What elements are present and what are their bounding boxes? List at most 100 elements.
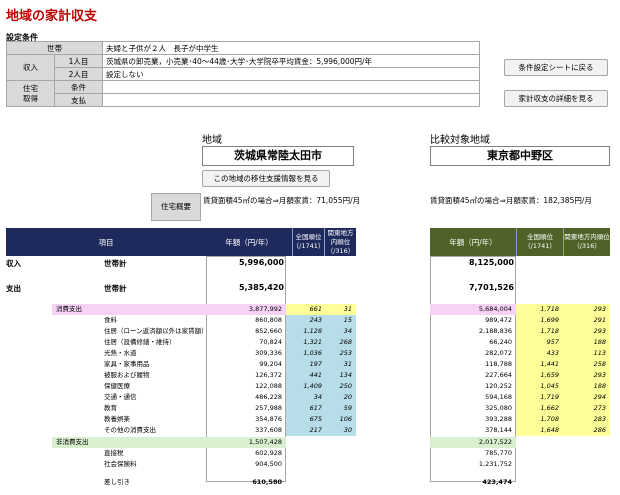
item-label: その他の消費支出 [104, 426, 156, 434]
back-to-settings-button[interactable]: 条件設定シートに戻る [504, 59, 608, 76]
consumption-metro-a: 31 [326, 304, 356, 315]
item-national-b: 1,699 [516, 315, 563, 326]
header-national-rank-b: 全国順位（/1741） [516, 228, 563, 256]
item-national-a: 217 [286, 425, 326, 436]
item-metro-a: 59 [326, 403, 356, 414]
item-metro-b: 188 [563, 337, 610, 348]
consumption-value-a: 3,877,992 [248, 305, 282, 313]
table-row: 光熱・水道 309,336 1,036 253 282,072 433 113 [0, 348, 620, 359]
expense-value-a: 5,385,420 [238, 283, 284, 292]
item-metro-b: 273 [563, 403, 610, 414]
item-national-a: 197 [286, 359, 326, 370]
item-national-a: 441 [286, 370, 326, 381]
settings-value-person1: 茨城県の卸売業，小売業･40～44歳･大学･大学院卒平均賃金：5,996,000… [102, 54, 480, 68]
table-row: 教育 257,988 617 59 325,080 1,662 273 [0, 403, 620, 414]
item-metro-a: 15 [326, 315, 356, 326]
expense-label: 支出 [6, 284, 21, 293]
settings-value-payment [102, 93, 480, 107]
header-metro-rank-b: 関東地方内順位（/316） [563, 228, 610, 256]
item-value-b: 325,080 [485, 404, 512, 412]
item-metro-b: 293 [563, 370, 610, 381]
item-value-b: 120,252 [485, 382, 512, 390]
table-header-b: 年額（円/年） 全国順位（/1741） 関東地方内順位（/316） [430, 228, 610, 256]
item-metro-a: 250 [326, 381, 356, 392]
table-row: 直接税 602,928 785,770 [0, 448, 620, 459]
expense-value-b: 7,701,526 [468, 283, 514, 292]
item-label: 食料 [104, 316, 117, 324]
header-national-rank-a: 全国順位（/1741） [292, 228, 324, 256]
item-metro-b: 283 [563, 414, 610, 425]
item-value-a: 257,988 [255, 404, 282, 412]
header-item: 項目 [98, 237, 114, 247]
table-row: 住居（ローン返済額以外は家賃額） 852,660 1,128 34 2,188,836 1… [0, 326, 620, 337]
item-national-b: 1,719 [516, 392, 563, 403]
item-national-a: 1,036 [286, 348, 326, 359]
item-value-b: 989,472 [485, 316, 512, 324]
rent-text-b: 賃貸面積45㎡の場合⇒月額家賃：182,385円/月 [430, 196, 592, 205]
consumption-metro-b: 293 [563, 304, 610, 315]
item-national-a: 1,321 [286, 337, 326, 348]
expense-item: 世帯計 [104, 284, 127, 293]
item-metro-a: 31 [326, 359, 356, 370]
item-label: 交通・通信 [104, 393, 137, 401]
item-value-a: 860,808 [255, 316, 282, 324]
item-metro-b: 258 [563, 359, 610, 370]
non-consumption-row-b: 2,017,522 [430, 437, 516, 448]
header-annual-b: 年額（円/年） [449, 237, 497, 247]
item-value-b: 393,288 [485, 415, 512, 423]
settings-label-house: 住宅 取得 [6, 80, 55, 107]
income-value-b: 8,125,000 [468, 258, 514, 267]
item-national-a: 1,128 [286, 326, 326, 337]
balance-value-b: 423,474 [482, 478, 512, 486]
item-label: 光熱・水道 [104, 349, 137, 357]
migration-info-button[interactable]: この地域の移住支援情報を見る [202, 170, 330, 187]
settings-sub-person2: 2人目 [54, 67, 103, 81]
table-row: 教養娯楽 354,876 675 106 393,288 1,708 283 [0, 414, 620, 425]
item-value-a: 486,228 [255, 393, 282, 401]
balance-row: 差し引き 610,580 423,474 [0, 476, 620, 488]
item-national-a: 1,409 [286, 381, 326, 392]
item-value-b: 378,144 [485, 426, 512, 434]
settings-value-condition [102, 80, 480, 94]
item-label: 住居（設備修繕・維持） [104, 338, 176, 346]
settings-label-income: 収入 [6, 54, 55, 81]
item-value-a: 602,928 [255, 449, 282, 457]
balance-label: 差し引き [104, 478, 130, 486]
settings-value-person2: 設定しない [102, 67, 480, 81]
item-metro-a: 30 [326, 425, 356, 436]
item-national-a: 617 [286, 403, 326, 414]
region-label: 地域 [202, 135, 222, 146]
item-metro-a: 134 [326, 370, 356, 381]
item-value-a: 122,088 [255, 382, 282, 390]
item-metro-b: 294 [563, 392, 610, 403]
item-label: 住居（ローン返済額以外は家賃額） [104, 327, 208, 335]
item-label: 教養娯楽 [104, 415, 130, 423]
table-row: 住居（設備修繕・維持） 70,824 1,321 268 66,240 957 188 [0, 337, 620, 348]
item-national-b: 1,045 [516, 381, 563, 392]
rent-overview-label: 住宅概要 [151, 193, 201, 221]
item-metro-b: 293 [563, 326, 610, 337]
item-metro-a: 106 [326, 414, 356, 425]
view-details-button[interactable]: 家計収支の詳細を見る [504, 90, 608, 107]
item-value-a: 904,500 [255, 460, 282, 468]
settings-sub-payment: 支払 [54, 93, 103, 107]
item-metro-b: 113 [563, 348, 610, 359]
non-consumption-label: 非消費支出 [56, 438, 89, 446]
compare-region-label: 比較対象地域 [430, 135, 490, 146]
item-metro-a: 268 [326, 337, 356, 348]
item-label: 教育 [104, 404, 117, 412]
item-value-b: 227,664 [485, 371, 512, 379]
item-national-b: 1,648 [516, 425, 563, 436]
item-national-a: 675 [286, 414, 326, 425]
table-row: 食料 860,808 243 15 989,472 1,699 291 [0, 315, 620, 326]
item-metro-b: 291 [563, 315, 610, 326]
item-metro-a: 34 [326, 326, 356, 337]
header-annual-a: 年額（円/年） [225, 237, 273, 247]
item-value-a: 337,608 [255, 426, 282, 434]
item-value-b: 2,188,836 [478, 327, 512, 335]
income-label: 収入 [6, 259, 21, 268]
settings-label-household: 世帯 [6, 41, 103, 55]
item-national-b: 1,718 [516, 326, 563, 337]
balance-value-a: 610,580 [252, 478, 282, 486]
item-national-b: 1,662 [516, 403, 563, 414]
